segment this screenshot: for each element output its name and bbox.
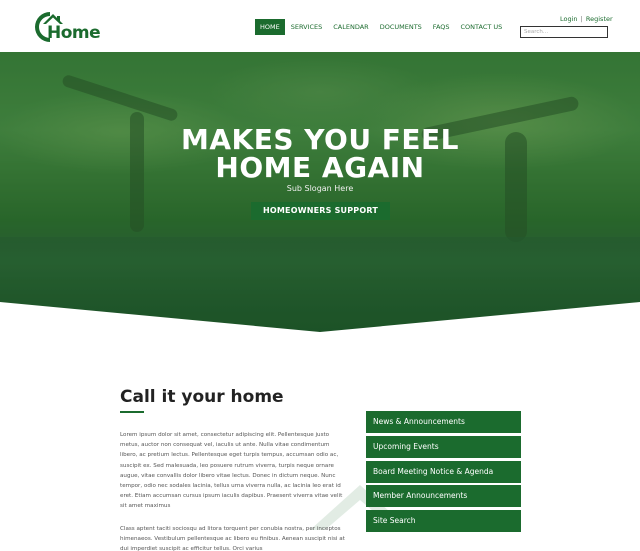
hero-bottom-chevron <box>0 302 640 332</box>
hero-subtitle: Sub Slogan Here <box>286 184 354 193</box>
nav-services[interactable]: SERVICES <box>286 19 328 35</box>
intro-paragraph: Lorem ipsum dolor sit amet, consectetur … <box>120 432 343 510</box>
account-separator: | <box>580 15 583 23</box>
link-news-announcements[interactable]: News & Announcements <box>366 411 521 433</box>
nav-faqs[interactable]: FAQS <box>428 19 455 35</box>
nav-documents[interactable]: DOCUMENTS <box>375 19 427 35</box>
hero-title-line2: HOME AGAIN <box>215 151 425 184</box>
hero-title-line1: MAKES YOU FEEL <box>180 123 460 156</box>
quick-links: News & Announcements Upcoming Events Boa… <box>366 411 521 535</box>
register-link[interactable]: Register <box>586 15 613 23</box>
title-underline <box>120 411 144 413</box>
main-nav: HOME SERVICES CALENDAR DOCUMENTS FAQS CO… <box>255 19 508 35</box>
account-links: Login | Register <box>560 15 613 23</box>
nav-home[interactable]: HOME <box>255 19 285 35</box>
link-site-search[interactable]: Site Search <box>366 510 521 533</box>
section-title: Call it your home <box>120 387 284 407</box>
site-header: Home HOME SERVICES CALENDAR DOCUMENTS FA… <box>0 0 640 52</box>
nav-contact-us[interactable]: CONTACT US <box>456 19 508 35</box>
hero-title: MAKES YOU FEEL HOME AGAIN <box>0 126 640 182</box>
site-logo[interactable]: Home <box>33 10 103 44</box>
nav-calendar[interactable]: CALENDAR <box>328 19 373 35</box>
logo-text: Home <box>47 23 101 43</box>
hero-banner: MAKES YOU FEEL HOME AGAIN Sub Slogan Her… <box>0 52 640 332</box>
second-paragraph: Class aptent taciti sociosqu ad litora t… <box>120 526 345 551</box>
login-link[interactable]: Login <box>560 15 578 23</box>
search-input[interactable]: Search... <box>520 26 608 38</box>
link-member-announcements[interactable]: Member Announcements <box>366 485 521 508</box>
link-upcoming-events[interactable]: Upcoming Events <box>366 435 521 458</box>
link-board-meeting[interactable]: Board Meeting Notice & Agenda <box>366 460 521 483</box>
homeowners-support-button[interactable]: HOMEOWNERS SUPPORT <box>251 202 390 220</box>
